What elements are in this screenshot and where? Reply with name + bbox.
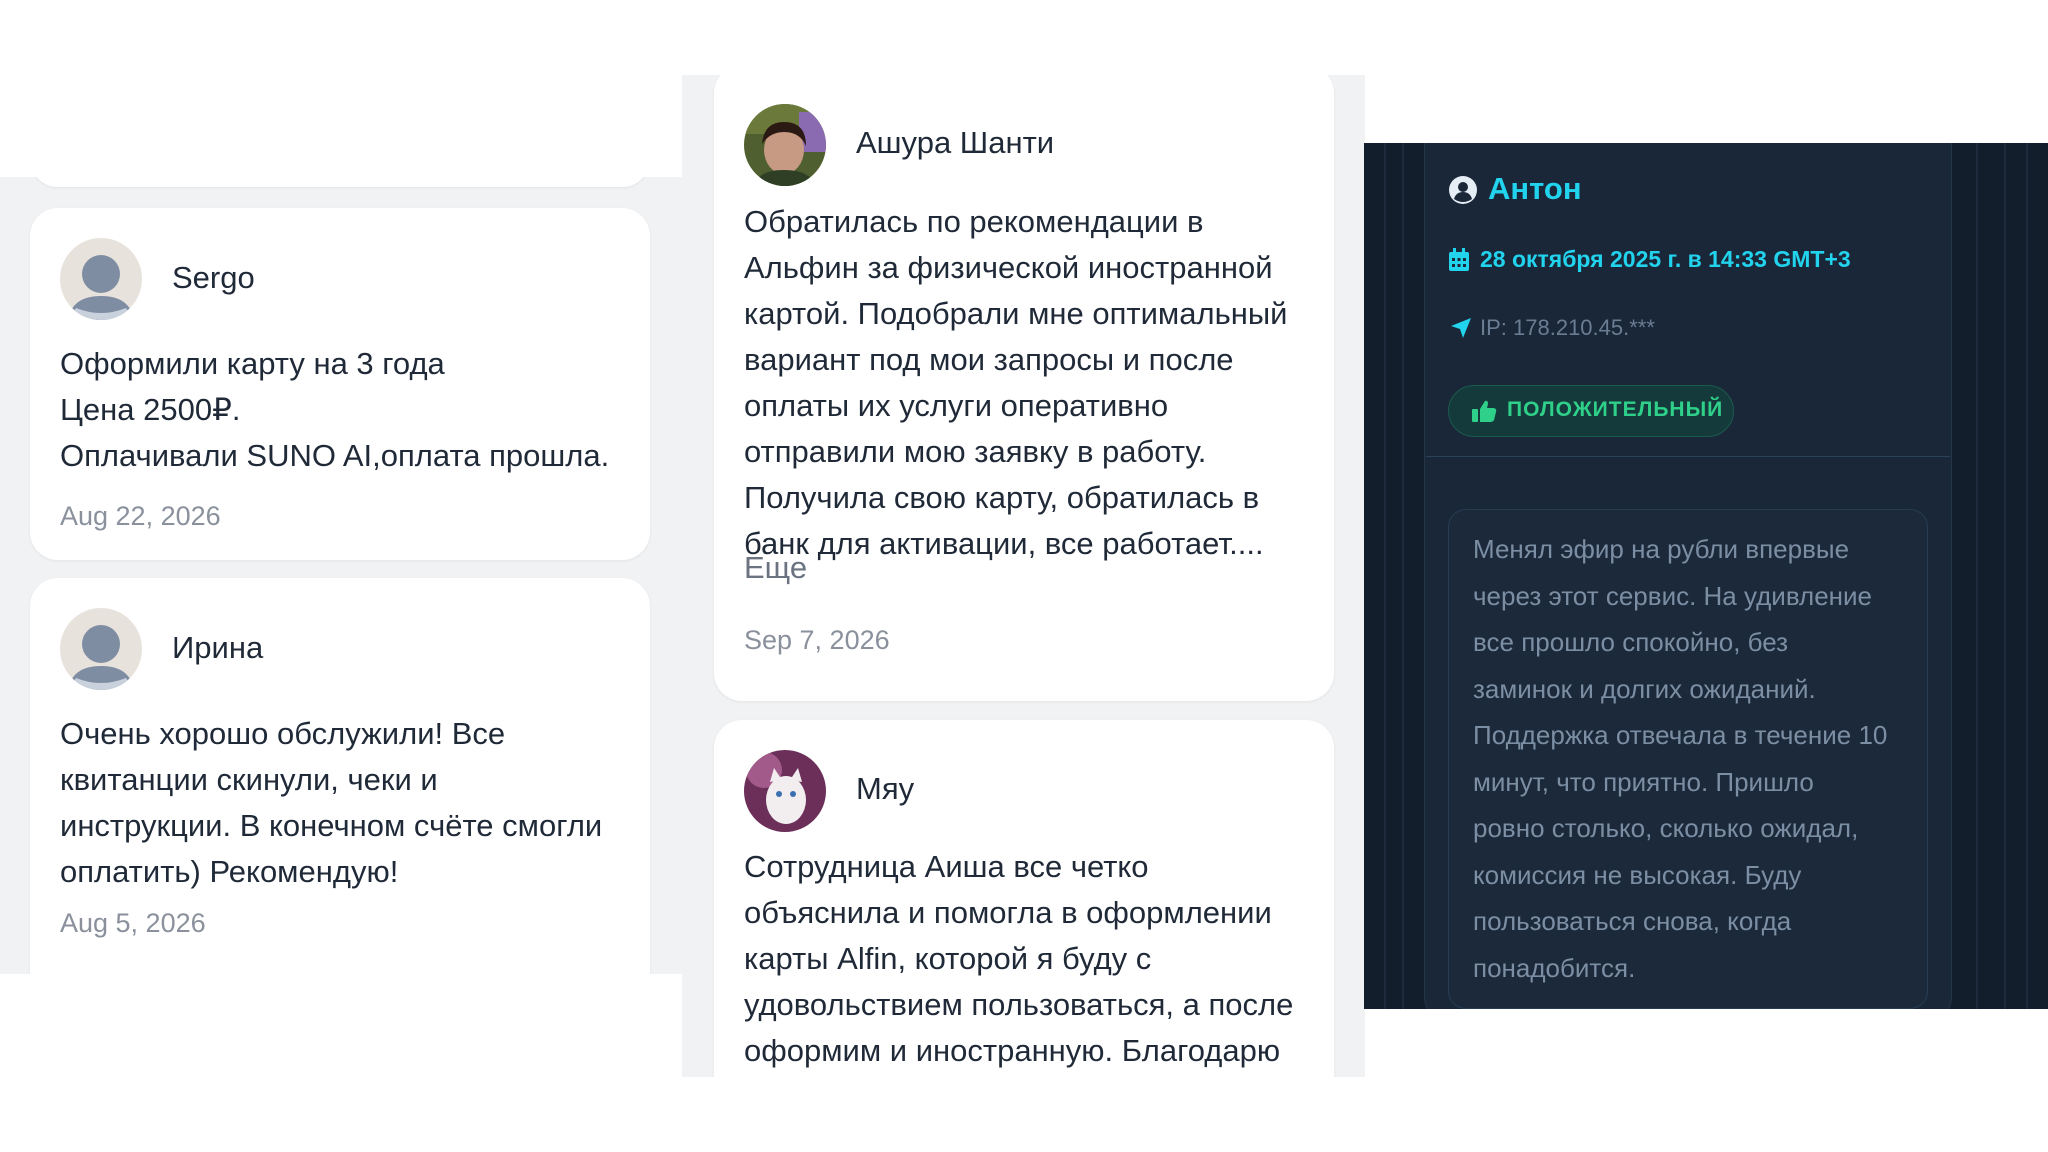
decorative-stripe: [1402, 143, 1404, 1009]
decorative-stripe: [2026, 143, 2028, 1009]
review-text: Менял эфир на рубли впервые через этот с…: [1473, 534, 1888, 983]
review-author: Антон: [1488, 171, 1582, 206]
review-text: Обратилась по рекомендации в Альфин за ф…: [744, 204, 1288, 561]
review-text: Сотрудница Аиша все четко объяснила и по…: [744, 849, 1294, 1068]
review-text-box: Менял эфир на рубли впервые через этот с…: [1448, 509, 1928, 1009]
review-date: Aug 22, 2026: [60, 501, 221, 531]
review-date: Aug 5, 2026: [60, 908, 206, 938]
sentiment-badge-label: ПОЛОЖИТЕЛЬНЫЙ: [1507, 398, 1724, 421]
default-user-avatar: [60, 238, 142, 320]
user-circle-icon: [1448, 175, 1478, 210]
left-reviews-panel: Sergo Оформили карту на 3 года Цена 2500…: [0, 177, 682, 974]
review-author: Sergo: [172, 260, 255, 295]
review-author: Ирина: [172, 630, 264, 665]
review-card-partial: [30, 177, 650, 187]
sentiment-badge: ПОЛОЖИТЕЛЬНЫЙ: [1448, 385, 1734, 437]
location-arrow-icon: [1450, 317, 1472, 344]
decorative-stripe: [2004, 143, 2006, 1009]
review-date: Sep 7, 2026: [744, 625, 890, 655]
thumbs-up-icon: [1471, 399, 1497, 428]
dark-review-panel: Антон 28 октября 2025 г. в 14:33 GMT+3 I…: [1364, 143, 2048, 1009]
review-card: Sergo Оформили карту на 3 года Цена 2500…: [30, 208, 650, 560]
review-author: Ашура Шанти: [856, 125, 1055, 160]
review-ip: IP: 178.210.45.***: [1480, 315, 1655, 340]
review-card: Ашура Шанти Обратилась по рекомендации в…: [714, 75, 1334, 701]
review-text: Оформили карту на 3 года Цена 2500₽. Опл…: [60, 346, 610, 473]
review-text: Очень хорошо обслужили! Все квитанции ск…: [60, 716, 603, 889]
default-user-avatar: [60, 608, 142, 690]
review-datetime: 28 октября 2025 г. в 14:33 GMT+3: [1480, 246, 1851, 272]
read-more-link[interactable]: Еще: [744, 550, 807, 586]
middle-reviews-panel: Ашура Шанти Обратилась по рекомендации в…: [682, 75, 1365, 1077]
decorative-stripe: [1976, 143, 1978, 1009]
user-photo-avatar: [744, 104, 826, 186]
review-card: Мяу Сотрудница Аиша все четко объяснила …: [714, 720, 1334, 1077]
cat-photo-avatar: [744, 750, 826, 832]
calendar-icon: [1448, 248, 1470, 277]
review-author: Мяу: [856, 771, 915, 806]
decorative-stripe: [1384, 143, 1386, 1009]
review-card: Ирина Очень хорошо обслужили! Все квитан…: [30, 578, 650, 974]
divider: [1426, 456, 1950, 457]
